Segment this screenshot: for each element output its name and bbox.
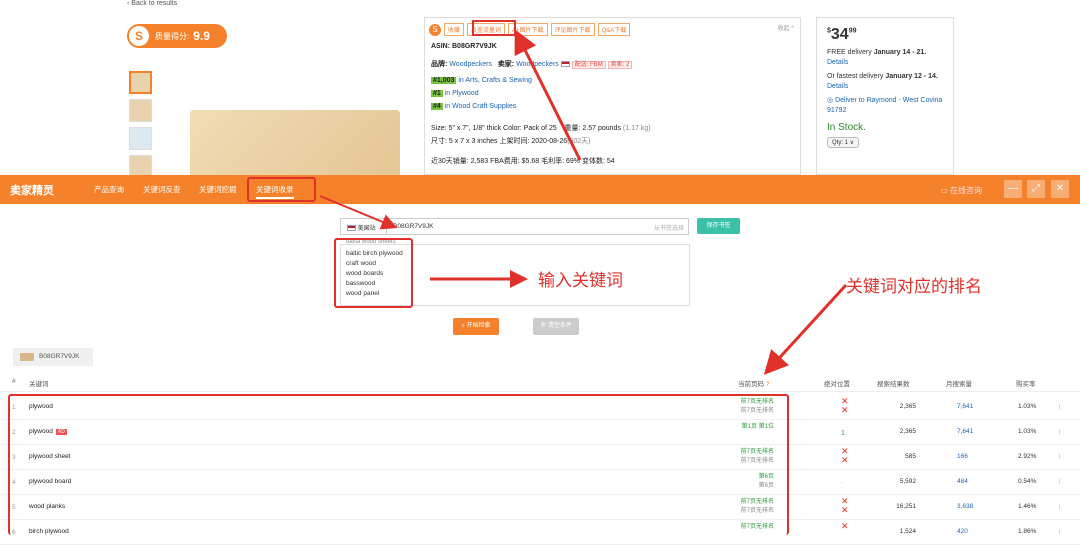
arrow-to-search [319,195,398,230]
annotation-arrows [319,29,848,375]
arrow-head-keywords [510,270,528,288]
arrow-to-toolbar [514,29,582,161]
arrow-to-rank-column [763,283,848,375]
